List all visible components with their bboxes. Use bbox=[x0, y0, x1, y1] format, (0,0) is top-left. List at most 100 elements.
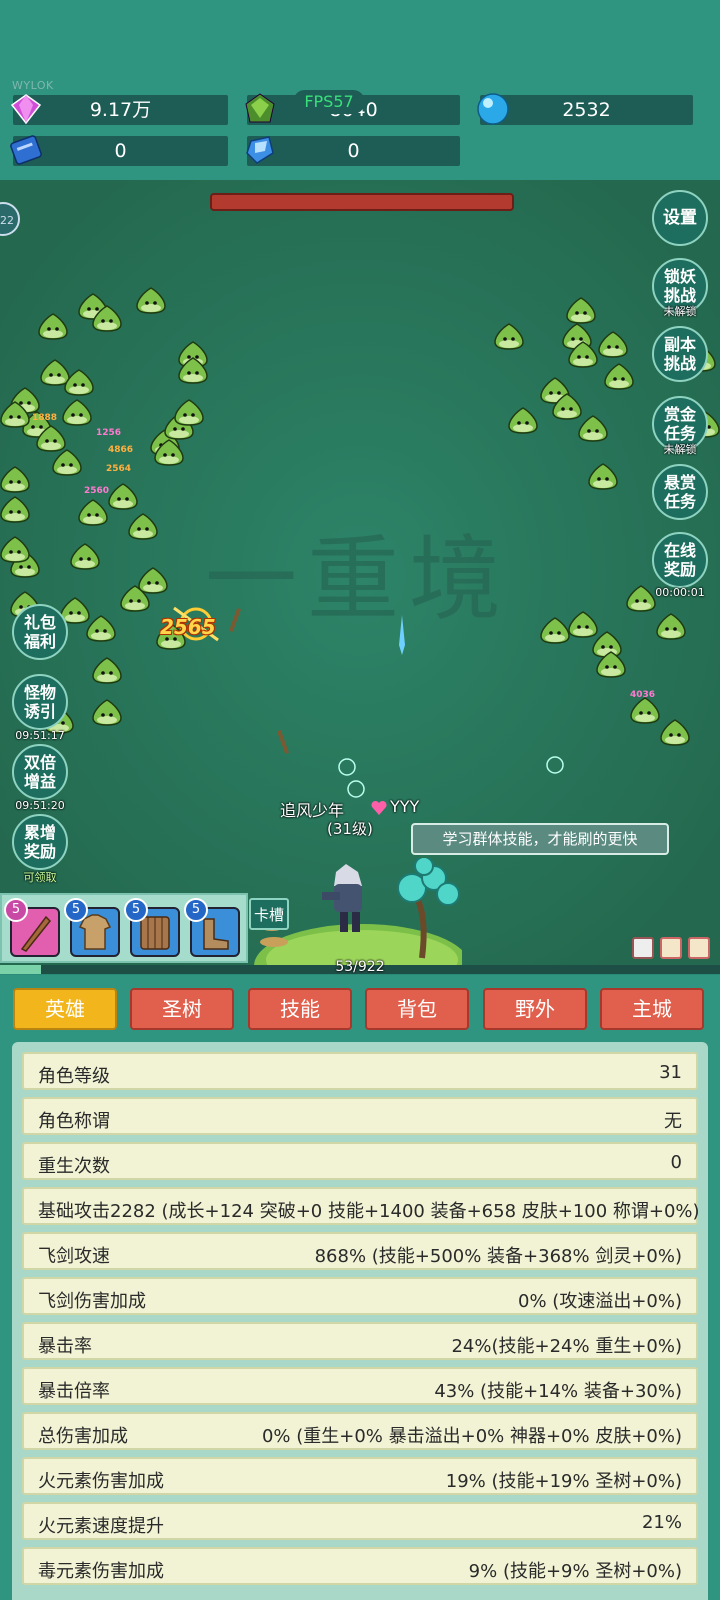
settings-label: 设置 bbox=[663, 207, 697, 228]
stat-row-base-attack: 基础攻击2282 (成长+124 突破+0 技能+1400 装备+658 皮肤+… bbox=[22, 1187, 700, 1225]
monster-lure-timer: 09:51:17 bbox=[15, 729, 65, 742]
green-slime-monster bbox=[598, 331, 628, 358]
tab-main-city[interactable]: 主城 bbox=[600, 988, 704, 1030]
tab-hero[interactable]: 英雄 bbox=[13, 988, 117, 1030]
purple-gem-value: 9.17万 bbox=[89, 99, 152, 121]
online-reward-timer: 00:00:01 bbox=[655, 586, 705, 599]
stat-value: 31 bbox=[659, 1062, 682, 1083]
green-slime-monster bbox=[630, 697, 660, 724]
stat-row-sword-damage: 飞剑伤害加成 0% (攻速溢出+0%) bbox=[22, 1277, 698, 1315]
dungeon-challenge-button[interactable]: 副本挑战 bbox=[652, 326, 708, 382]
card-slot-button[interactable]: 卡槽 bbox=[249, 898, 289, 930]
green-slime-monster bbox=[136, 287, 166, 314]
green-slime-monster bbox=[92, 305, 122, 332]
stat-value: 0 bbox=[670, 1152, 682, 1173]
stat-label: 火元素伤害加成 bbox=[38, 1471, 164, 1492]
blue-shard-value: 0 bbox=[347, 140, 360, 162]
double-boost-label: 双倍增益 bbox=[23, 753, 56, 791]
bounty-label: 赏金任务 bbox=[663, 405, 696, 443]
green-slime-monster bbox=[656, 613, 686, 640]
green-slime-monster bbox=[660, 719, 690, 746]
tab-skills[interactable]: 技能 bbox=[248, 988, 352, 1030]
stat-value: 868% (技能+500% 装备+368% 剑灵+0%) bbox=[314, 1246, 682, 1267]
green-slime-monster bbox=[128, 513, 158, 540]
reward-quest-button[interactable]: 悬赏任务 bbox=[652, 464, 708, 520]
stat-row-poison-damage: 毒元素伤害加成 9% (技能+9% 圣树+0%) bbox=[22, 1547, 698, 1585]
stat-row-total-damage: 总伤害加成 0% (重生+0% 暴击溢出+0% 神器+0% 皮肤+0%) bbox=[22, 1412, 698, 1450]
green-slime-monster bbox=[78, 499, 108, 526]
gear-icon[interactable] bbox=[688, 937, 710, 959]
tab-backpack[interactable]: 背包 bbox=[365, 988, 469, 1030]
green-slime-monster bbox=[604, 363, 634, 390]
double-boost-timer: 09:51:20 bbox=[15, 799, 65, 812]
damage-number: 4036 bbox=[630, 690, 656, 700]
green-slime-monster bbox=[92, 657, 122, 684]
green-slime-monster bbox=[64, 369, 94, 396]
stat-label: 飞剑攻速 bbox=[38, 1246, 110, 1267]
reward-quest-label: 悬赏任务 bbox=[663, 473, 696, 511]
experience-text: 53/922 bbox=[335, 959, 385, 975]
damage-number: 1888 bbox=[32, 413, 58, 423]
fire-icon[interactable] bbox=[660, 937, 682, 959]
player-character[interactable] bbox=[318, 862, 378, 942]
green-slime-monster bbox=[508, 407, 538, 434]
damage-number: 2560 bbox=[84, 486, 110, 496]
green-slime-monster bbox=[568, 341, 598, 368]
green-slime-monster bbox=[108, 483, 138, 510]
stat-value: 24%(技能+24% 重生+0%) bbox=[451, 1336, 682, 1357]
stat-row-crit-multiplier: 暴击倍率 43% (技能+14% 装备+30%) bbox=[22, 1367, 698, 1405]
green-slime-monster bbox=[578, 415, 608, 442]
boss-health-bar bbox=[210, 193, 514, 211]
damage-number: 4866 bbox=[108, 445, 134, 455]
tab-sacred-tree[interactable]: 圣树 bbox=[130, 988, 234, 1030]
stat-value: 43% (技能+14% 装备+30%) bbox=[434, 1381, 682, 1402]
green-slime-monster bbox=[0, 466, 30, 493]
tab-wilderness[interactable]: 野外 bbox=[483, 988, 587, 1030]
blue-orb-value: 2532 bbox=[562, 99, 611, 121]
gift-pack-button[interactable]: 礼包福利 bbox=[12, 604, 68, 660]
resource-purple-gem[interactable]: 9.17万 bbox=[10, 94, 228, 125]
damage-number: 2564 bbox=[106, 464, 132, 474]
stat-label: 飞剑伤害加成 bbox=[38, 1291, 146, 1312]
green-slime-monster bbox=[154, 439, 184, 466]
hint-tip: 学习群体技能，才能刷的更快 bbox=[411, 823, 669, 855]
slot-level-badge: 5 bbox=[64, 898, 88, 922]
green-slime-monster bbox=[0, 496, 30, 523]
scroll-icon[interactable] bbox=[632, 937, 654, 959]
stat-row-crit-rate: 暴击率 24%(技能+24% 重生+0%) bbox=[22, 1322, 698, 1360]
stat-row-level: 角色等级 31 bbox=[22, 1052, 698, 1090]
green-slime-monster bbox=[0, 536, 30, 563]
bubble-icon bbox=[338, 758, 365, 798]
damage-number: 1256 bbox=[96, 428, 122, 438]
cumulative-reward-button[interactable]: 累增奖励 bbox=[12, 814, 68, 870]
double-boost-button[interactable]: 双倍增益 bbox=[12, 744, 68, 800]
green-slime-monster bbox=[38, 313, 68, 340]
slot-level-badge: 5 bbox=[124, 898, 148, 922]
resource-blue-shard[interactable]: 0 bbox=[246, 136, 460, 166]
cumulative-reward-label: 累增奖励 bbox=[23, 823, 56, 861]
settings-button[interactable]: 设置 bbox=[652, 190, 708, 246]
green-slime-monster bbox=[86, 615, 116, 642]
online-reward-button[interactable]: 在线奖励 bbox=[652, 532, 708, 588]
stat-row-sword-speed: 飞剑攻速 868% (技能+500% 装备+368% 剑灵+0%) bbox=[22, 1232, 698, 1270]
resource-blue-book[interactable]: 0 bbox=[10, 135, 228, 166]
online-reward-label: 在线奖励 bbox=[663, 541, 696, 579]
realm-watermark: 一重境 bbox=[205, 526, 512, 633]
claimable-status: 可领取 bbox=[23, 871, 57, 884]
green-slime-monster bbox=[70, 543, 100, 570]
stat-row-title: 角色称谓 无 bbox=[22, 1097, 698, 1135]
fps-counter: FPS57 bbox=[293, 90, 365, 114]
stat-value: 9% (技能+9% 圣树+0%) bbox=[468, 1561, 682, 1582]
stat-label: 总伤害加成 bbox=[38, 1426, 128, 1447]
dungeon-label: 副本挑战 bbox=[663, 335, 696, 373]
resource-blue-orb[interactable]: 2532 bbox=[477, 93, 693, 125]
locked-status: 未解锁 bbox=[663, 305, 697, 318]
stat-label: 重生次数 bbox=[38, 1156, 110, 1177]
stat-value: 19% (技能+19% 圣树+0%) bbox=[445, 1471, 682, 1492]
stat-row-fire-speed: 火元素速度提升 21% bbox=[22, 1502, 698, 1540]
bubble-icon bbox=[546, 756, 564, 774]
pet-name: YYY bbox=[390, 797, 420, 816]
green-slime-monster bbox=[588, 463, 618, 490]
monster-lure-button[interactable]: 怪物诱引 bbox=[12, 674, 68, 730]
lock-demon-label: 锁妖挑战 bbox=[663, 267, 696, 305]
